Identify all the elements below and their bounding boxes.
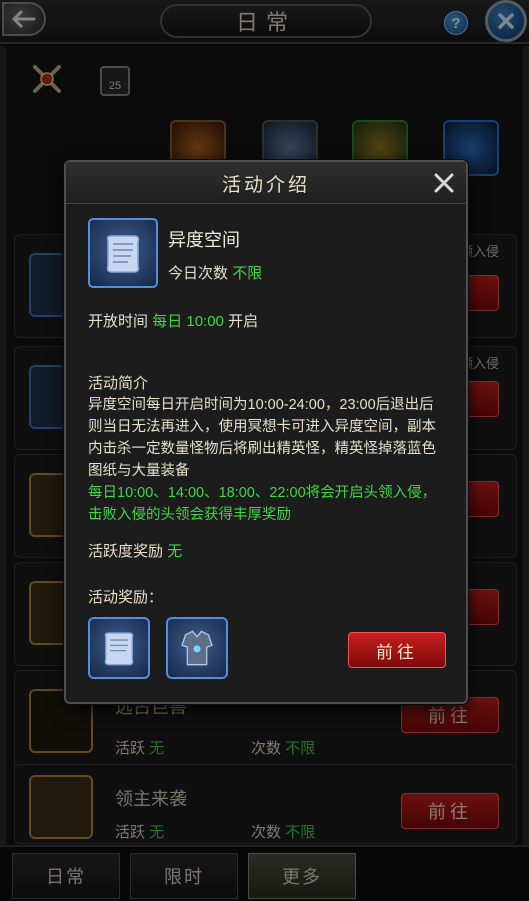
intro-highlight: 每日10:00、14:00、18:00、22:00将会开启头领入侵，击败入侵的头…	[88, 485, 437, 523]
activity-reward: 活跃度奖励 无	[88, 540, 182, 561]
open-time-label: 开放时间	[88, 313, 149, 330]
activity-reward-value: 无	[167, 543, 183, 560]
activity-name: 异度空间	[168, 230, 240, 250]
reward-armor-icon[interactable]	[166, 617, 228, 679]
activity-intro-dialog: 活动介绍 异度空间 今日次数 不限 开放时间 每日 10:00 开启 活动简介 …	[64, 160, 468, 704]
today-count-value: 不限	[232, 265, 263, 282]
go-button[interactable]: 前往	[348, 632, 446, 668]
today-count: 今日次数 不限	[168, 262, 262, 283]
open-time-suffix: 开启	[228, 313, 259, 330]
today-count-label: 今日次数	[168, 265, 229, 282]
open-time-value: 每日 10:00	[152, 313, 224, 330]
open-time: 开放时间 每日 10:00 开启	[88, 310, 258, 331]
dialog-title: 活动介绍	[221, 175, 310, 196]
activity-reward-label: 活跃度奖励	[88, 543, 164, 560]
dialog-header: 活动介绍	[66, 162, 466, 204]
reward-scroll-icon[interactable]	[88, 617, 150, 679]
intro-text: 异度空间每日开启时间为10:00-24:00，23:00后退出后则当日无法再进入…	[88, 397, 436, 479]
close-icon	[434, 173, 454, 193]
rewards-heading: 活动奖励：	[88, 589, 164, 606]
scroll-icon	[88, 218, 158, 288]
intro-heading: 活动简介	[88, 375, 149, 392]
dialog-close-button[interactable]	[431, 170, 457, 196]
